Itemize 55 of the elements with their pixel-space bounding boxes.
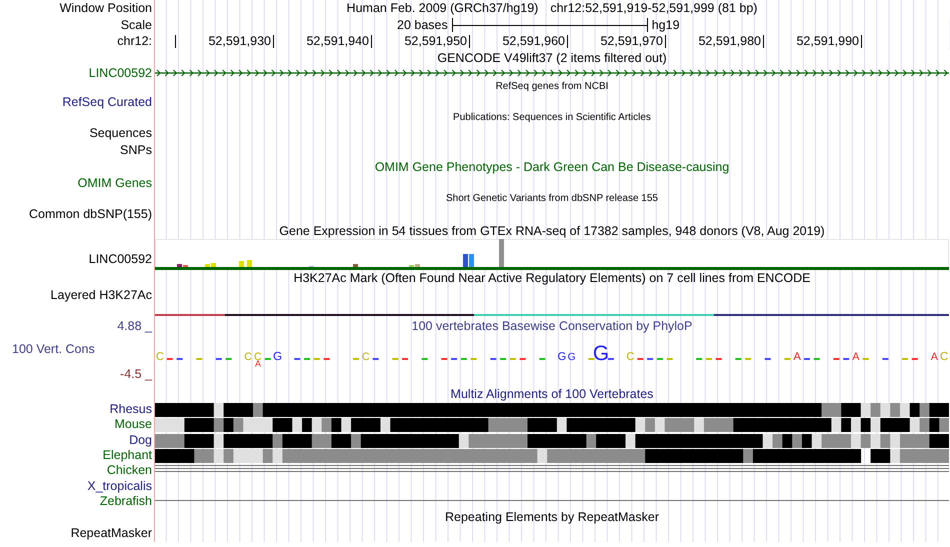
track-title: 100 vertebrates Basewise Conservation by PhyloP	[412, 319, 692, 334]
ruler-label: 52,591,980	[698, 34, 761, 48]
track-label[interactable]: Layered H3K27Ac	[50, 288, 154, 302]
position-range: chr12:52,591,919-52,591,999 (81 bp)	[550, 0, 758, 17]
track-label: -4.5 _	[120, 366, 154, 382]
track-title: OMIM Gene Phenotypes - Dark Green Can Be Disease-causing	[374, 160, 730, 174]
species-label[interactable]: Rhesus	[110, 402, 154, 418]
ruler-label: 52,591,990	[796, 34, 859, 48]
track-label[interactable]: LINC00592	[88, 66, 154, 80]
ruler-label: 52,591,960	[502, 34, 565, 48]
track-label: Scale	[120, 16, 153, 34]
base-letter: A	[793, 351, 801, 364]
track-title: Repeating Elements by RepeatMasker	[444, 510, 659, 524]
species-label[interactable]: Zebrafish	[100, 494, 154, 510]
track-label: chr12:	[117, 33, 153, 50]
track-title: GENCODE V49lift37 (2 items filtered out)	[437, 51, 667, 66]
track-label[interactable]: Sequences	[89, 125, 154, 142]
track-label[interactable]: OMIM Genes	[78, 175, 154, 192]
assembly-text: Human Feb. 2009 (GRCh37/hg19)	[346, 0, 538, 17]
track-label: Window Position	[60, 0, 153, 17]
track-label[interactable]: RepeatMasker	[70, 525, 154, 542]
base-letter: G	[592, 342, 610, 366]
track-title: H3K27Ac Mark (Often Found Near Active Regulatory Elements) on 7 cell lines from ENCODE	[294, 271, 810, 286]
assembly-name: hg19	[652, 18, 680, 32]
track-title: Multiz Alignments of 100 Vertebrates	[450, 387, 654, 402]
track-label[interactable]: RefSeq Curated	[62, 94, 154, 112]
base-letter: G	[568, 352, 576, 364]
ruler-label: 52,591,940	[306, 34, 369, 48]
base-letter: C	[244, 351, 252, 364]
base-letter: G	[272, 350, 282, 364]
species-label[interactable]: Elephant	[102, 448, 154, 464]
base-letter: C	[362, 351, 370, 364]
base-letter: C	[156, 351, 164, 364]
scale-text: 20 bases	[397, 18, 448, 32]
base-letter: C	[626, 351, 634, 364]
ruler-label: 52,591,930	[208, 34, 271, 48]
track-label: 4.88 _	[117, 318, 154, 334]
track-label[interactable]: Common dbSNP(155)	[29, 206, 154, 224]
base-letter: A	[930, 351, 938, 364]
species-label[interactable]: X_tropicalis	[87, 478, 154, 494]
species-label[interactable]: Mouse	[114, 417, 154, 433]
track-title: Gene Expression in 54 tissues from GTEx RNA-seq of 17382 samples, 948 donors (V8, Aug 2019)	[279, 224, 825, 238]
track-label[interactable]: LINC00592	[88, 248, 154, 270]
base-letter: G	[557, 351, 566, 364]
ruler-label: 52,591,970	[600, 34, 663, 48]
base-letter: C	[940, 350, 948, 364]
species-label[interactable]: Chicken	[106, 463, 154, 479]
track-label: 100 Vert. Cons	[11, 341, 96, 358]
track-label[interactable]: SNPs	[120, 142, 154, 160]
track-title: RefSeq genes from NCBI	[496, 81, 608, 92]
track-title: Short Genetic Variants from dbSNP release 155	[446, 193, 658, 204]
base-letter: A	[852, 351, 860, 364]
species-label[interactable]: Dog	[129, 432, 154, 448]
ruler-label: 52,591,950	[404, 34, 467, 48]
track-title: Publications: Sequences in Scientific Articles	[453, 112, 651, 124]
